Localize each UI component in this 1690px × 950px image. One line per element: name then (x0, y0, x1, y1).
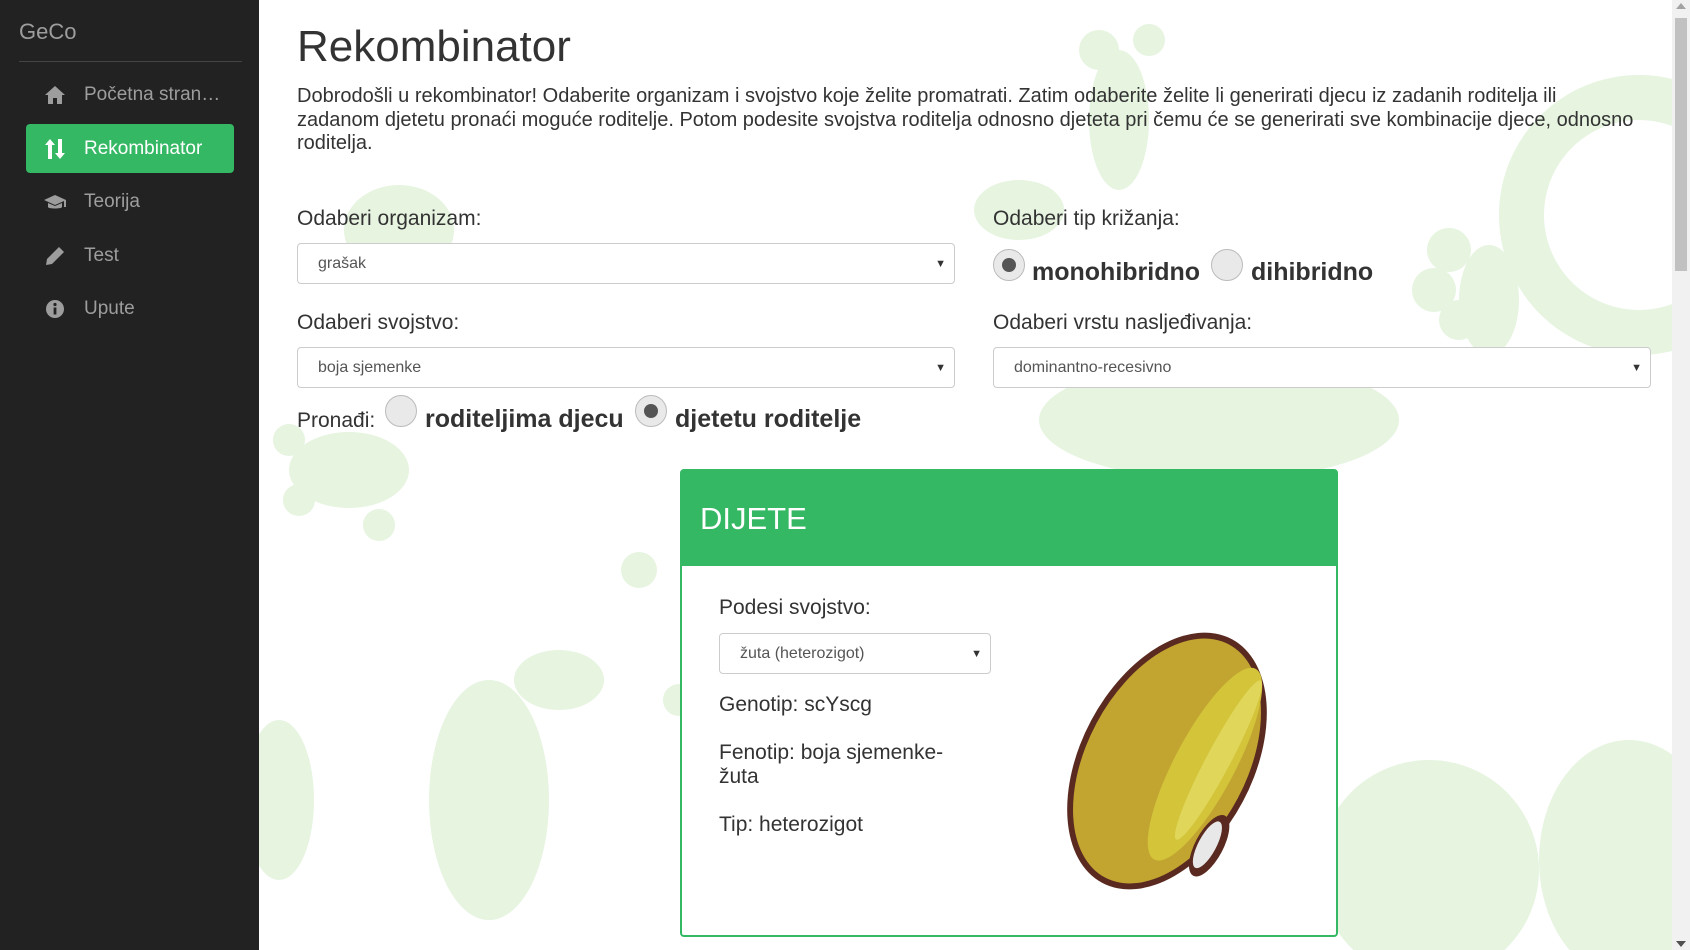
radio-roditeljima-djecu-label[interactable]: roditeljima djecu (425, 405, 624, 434)
sidebar: GeCo Početna stranica Rekombinator Teori… (0, 0, 259, 950)
chevron-down-icon: ▼ (971, 648, 982, 660)
inheritance-label: Odaberi vrstu nasljeđivanja: (993, 311, 1253, 334)
child-trait-select[interactable]: žuta (heterozigot) ▼ (719, 633, 991, 674)
page-title: Rekombinator (297, 22, 571, 71)
chevron-down-icon: ▼ (935, 258, 946, 270)
child-panel: DIJETE Podesi svojstvo: žuta (heterozigo… (680, 469, 1338, 937)
child-trait-select-value: žuta (heterozigot) (740, 644, 865, 662)
radio-roditeljima-djecu[interactable] (385, 395, 417, 427)
child-panel-header: DIJETE (682, 471, 1336, 566)
main-content: Rekombinator Dobrodošli u rekombinator! … (259, 0, 1672, 950)
trait-select-value: boja sjemenke (318, 358, 422, 376)
sidebar-item-home[interactable]: Početna stranica (26, 70, 234, 119)
radio-monohibridno-label[interactable]: monohibridno (1032, 258, 1200, 287)
trait-select[interactable]: boja sjemenke ▼ (297, 347, 955, 388)
sidebar-item-label: Rekombinator (84, 137, 203, 159)
brand-logo[interactable]: GeCo (19, 19, 76, 45)
scroll-up-arrow-icon[interactable] (1676, 3, 1686, 9)
radio-dihibridno-label[interactable]: dihibridno (1251, 258, 1373, 287)
organism-label: Odaberi organizam: (297, 207, 482, 230)
child-trait-label: Podesi svojstvo: (719, 596, 871, 619)
cross-type-label: Odaberi tip križanja: (993, 207, 1180, 230)
radio-djetetu-roditelje-label[interactable]: djetetu roditelje (675, 405, 861, 434)
chevron-down-icon: ▼ (1631, 362, 1642, 374)
chevron-down-icon: ▼ (935, 362, 946, 374)
inheritance-select-value: dominantno-recesivno (1014, 358, 1172, 376)
intro-text: Dobrodošli u rekombinator! Odaberite org… (297, 85, 1634, 154)
organism-select-value: grašak (318, 254, 367, 272)
trait-label: Odaberi svojstvo: (297, 311, 460, 334)
scrollbar[interactable] (1672, 0, 1690, 950)
sidebar-item-teorija[interactable]: Teorija (26, 177, 234, 226)
find-label: Pronađi: (297, 409, 376, 432)
sort-arrows-icon (26, 138, 84, 160)
scrollbar-thumb[interactable] (1675, 18, 1687, 271)
radio-monohibridno[interactable] (993, 249, 1025, 281)
sidebar-item-upute[interactable]: Upute (26, 284, 234, 333)
pencil-icon (26, 246, 84, 266)
radio-djetetu-roditelje[interactable] (635, 395, 667, 427)
organism-select[interactable]: grašak ▼ (297, 243, 955, 284)
info-icon (26, 299, 84, 319)
inheritance-select[interactable]: dominantno-recesivno ▼ (993, 347, 1651, 388)
graduation-cap-icon (26, 193, 84, 211)
radio-dihibridno[interactable] (1211, 249, 1243, 281)
home-icon (26, 85, 84, 105)
sidebar-item-rekombinator[interactable]: Rekombinator (26, 124, 234, 173)
child-genotype: Genotip: scYscg (719, 693, 872, 716)
sidebar-item-label: Upute (84, 297, 135, 319)
child-type: Tip: heterozigot (719, 813, 863, 836)
sidebar-item-label: Test (84, 244, 119, 266)
child-phenotype: Fenotip: boja sjemenke-žuta (719, 741, 944, 788)
yellow-seed-icon (1067, 632, 1267, 890)
sidebar-divider (19, 61, 242, 62)
sidebar-item-label: Teorija (84, 190, 140, 212)
sidebar-item-test[interactable]: Test (26, 231, 234, 280)
scroll-down-arrow-icon[interactable] (1676, 941, 1686, 947)
sidebar-item-label: Početna stranica (84, 83, 224, 105)
